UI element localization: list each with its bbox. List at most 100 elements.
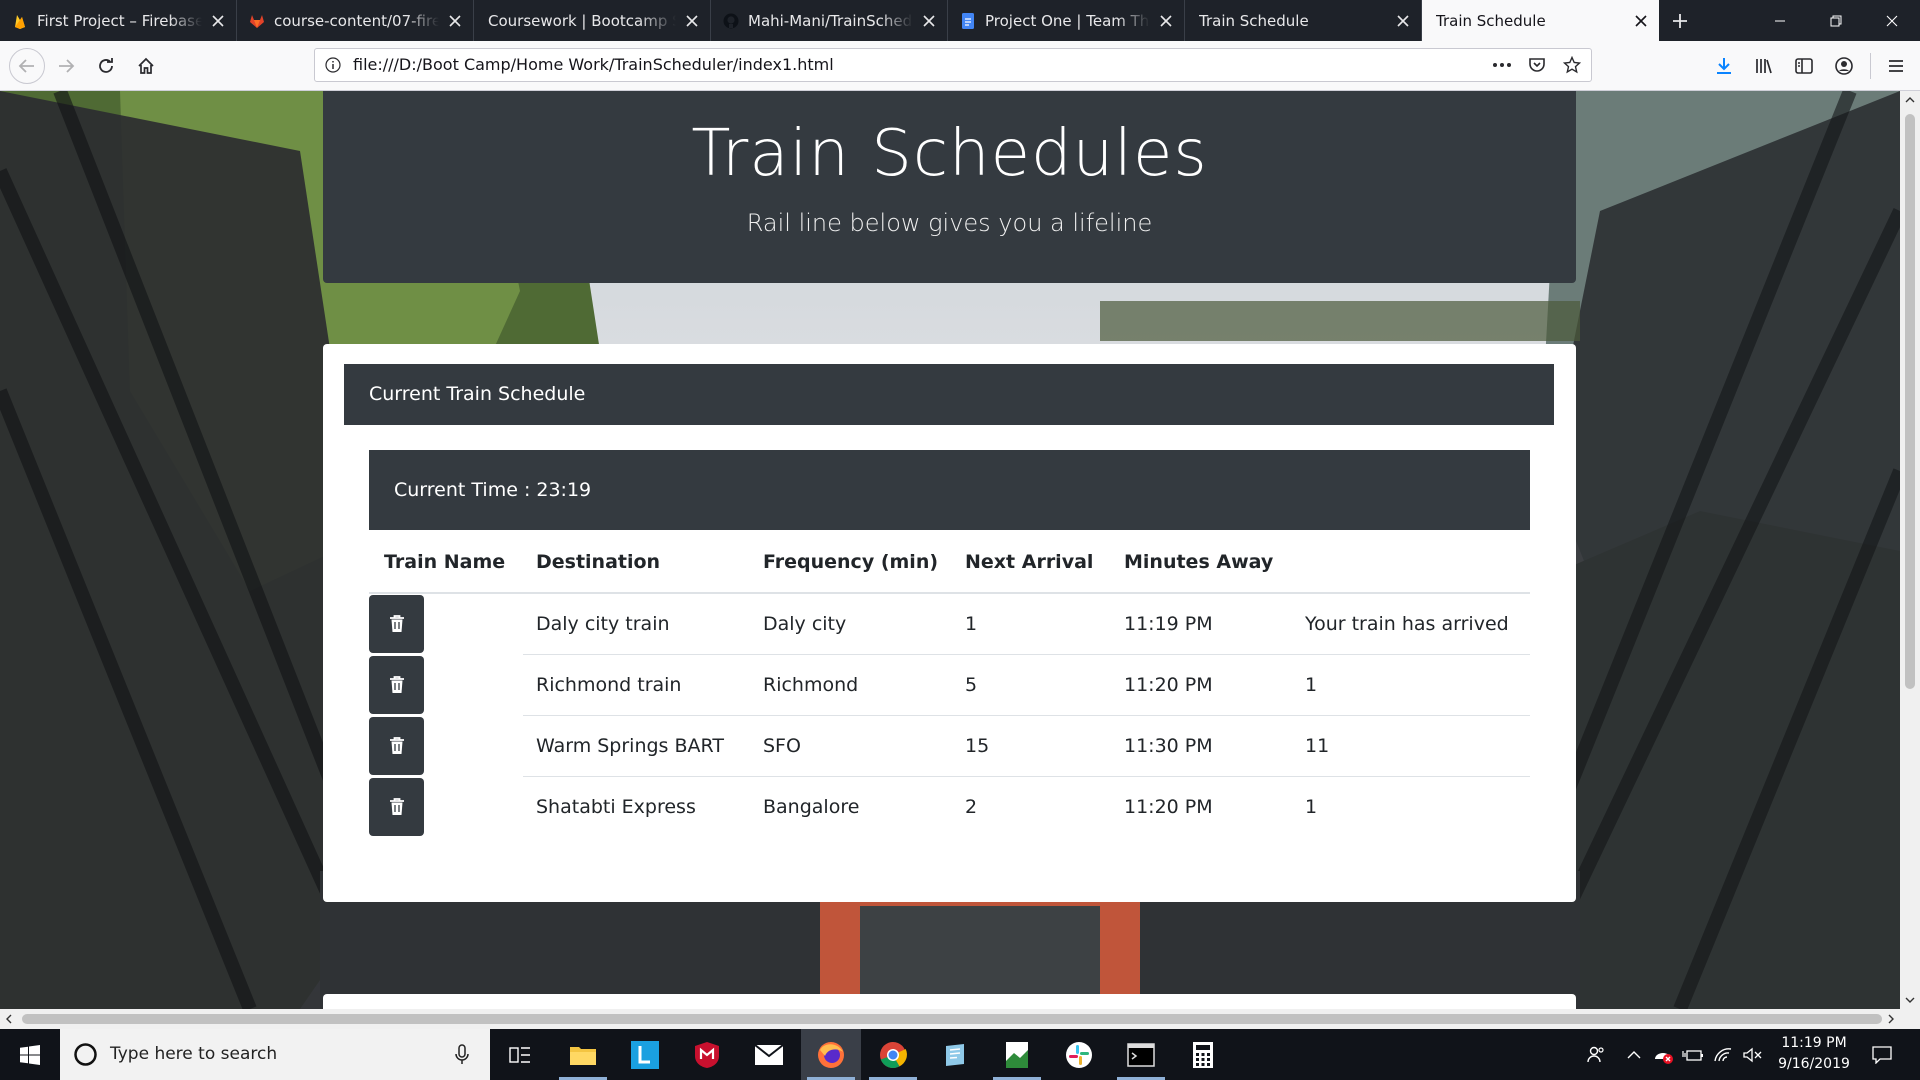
gitlab-icon [250,14,264,28]
close-icon[interactable] [684,13,700,29]
tab-project-one[interactable]: Project One | Team Thre [948,0,1185,41]
reload-button[interactable] [90,50,122,82]
tab-train-schedule[interactable]: Train Schedule [1185,0,1422,41]
show-hidden-icons-button[interactable] [1622,1029,1646,1080]
spreadsheet-icon [1006,1041,1028,1068]
vertical-scrollbar[interactable] [1900,91,1920,1009]
taskbar-clock[interactable]: 11:19 PM 9/16/2019 [1769,1033,1859,1075]
close-icon[interactable] [1633,13,1649,29]
horizontal-scrollbar[interactable] [0,1009,1920,1029]
new-tab-button[interactable] [1659,0,1701,41]
file-explorer-app[interactable] [553,1029,613,1080]
terminal-app[interactable] [1111,1029,1171,1080]
page-subtitle: Rail line below gives you a lifeline [746,209,1153,237]
microphone-icon[interactable] [455,1044,469,1066]
folder-icon [570,1046,596,1065]
spreadsheet-app[interactable] [987,1029,1047,1080]
address-bar[interactable]: file:///D:/Boot Camp/Home Work/TrainSche… [314,48,1592,82]
close-icon[interactable] [1395,13,1411,29]
firefox-app[interactable] [801,1029,861,1080]
shield-alert-icon [1655,1052,1673,1064]
slack-app[interactable] [1049,1029,1109,1080]
table-row: Shatabti Express Bangalore 2 11:20 PM 1 [369,777,1530,838]
library-icon [1756,59,1772,74]
back-button[interactable] [9,48,45,84]
chevron-up-icon [1627,1050,1641,1058]
pocket-button[interactable] [1520,49,1554,81]
notes-app[interactable] [925,1029,985,1080]
tab-github[interactable]: Mahi-Mani/TrainSchedul [711,0,948,41]
tab-strip: First Project – Firebase c course-conten… [0,0,1920,41]
url-text[interactable]: file:///D:/Boot Camp/Home Work/TrainSche… [353,49,834,81]
close-icon[interactable] [921,13,937,29]
frequency-cell: 1 [965,613,978,635]
tab-first-project[interactable]: First Project – Firebase c [0,0,237,41]
start-button[interactable] [0,1029,60,1080]
bookmark-button[interactable] [1555,49,1589,81]
plus-icon [1673,13,1687,28]
home-button[interactable] [130,50,162,82]
delete-button[interactable] [369,656,424,714]
volume-tray-icon[interactable] [1740,1029,1766,1080]
tab-course-content[interactable]: course-content/07-fireb [237,0,474,41]
frequency-cell: 2 [965,796,978,818]
chevron-down-icon[interactable] [1905,996,1915,1004]
taskbar-search[interactable]: Type here to search [60,1029,490,1080]
next-arrival-cell: 11:20 PM [1124,796,1213,818]
mcafee-app[interactable] [677,1029,737,1080]
search-placeholder[interactable]: Type here to search [110,1029,277,1080]
mail-app[interactable] [739,1029,799,1080]
forward-button[interactable] [50,50,82,82]
info-icon[interactable] [325,57,341,73]
security-tray-icon[interactable] [1650,1029,1676,1080]
chrome-app[interactable] [863,1029,923,1080]
delete-button[interactable] [369,778,424,836]
l-app[interactable] [615,1029,675,1080]
account-button[interactable] [1828,50,1860,82]
delete-button[interactable] [369,595,424,653]
chrome-icon [880,1041,907,1068]
calculator-app[interactable] [1173,1029,1233,1080]
minutes-away-cell: 1 [1305,796,1318,818]
close-icon[interactable] [1158,13,1174,29]
table-row: Daly city train Daly city 1 11:19 PM You… [369,594,1530,655]
chevron-up-icon[interactable] [1905,96,1915,104]
tab-train-schedule-active[interactable]: Train Schedule [1422,0,1659,41]
column-header-frequency: Frequency (min) [763,551,939,573]
clock-date: 9/16/2019 [1778,1056,1850,1072]
chevron-right-icon[interactable] [1887,1014,1895,1024]
downloads-button[interactable] [1708,50,1740,82]
minutes-away-cell: Your train has arrived [1305,613,1509,635]
horizontal-scroll-thumb[interactable] [22,1014,1882,1024]
windows-taskbar: Type here to search 11:19 PM 9/16/2019 [0,1029,1920,1080]
library-button[interactable] [1748,50,1780,82]
download-icon [1717,58,1731,74]
close-icon[interactable] [210,13,226,29]
minutes-away-cell: 11 [1305,735,1330,757]
battery-tray-icon[interactable] [1680,1029,1706,1080]
frequency-cell: 15 [965,735,990,757]
task-view-button[interactable] [490,1029,550,1080]
destination-cell: Richmond [763,674,859,696]
vertical-scroll-thumb[interactable] [1905,114,1915,689]
menu-button[interactable] [1880,50,1912,82]
column-header-minutes-away: Minutes Away [1124,551,1274,573]
close-window-button[interactable] [1864,0,1920,41]
l-app-icon [631,1040,659,1069]
delete-button[interactable] [369,717,424,775]
arrow-left-icon [18,59,34,73]
close-icon[interactable] [447,13,463,29]
sidebar-button[interactable] [1788,50,1820,82]
train-name-cell: Daly city train [536,613,670,635]
home-icon [138,57,154,74]
wifi-tray-icon[interactable] [1710,1029,1736,1080]
people-button[interactable] [1580,1029,1612,1080]
wifi-icon [1714,1047,1732,1061]
minimize-button[interactable] [1752,0,1808,41]
restore-button[interactable] [1808,0,1864,41]
chevron-left-icon[interactable] [5,1014,13,1024]
jumbotron: Train Schedules Rail line below gives yo… [323,91,1576,283]
tab-coursework[interactable]: Coursework | Bootcamp Spo [474,0,711,41]
page-actions-button[interactable] [1485,49,1519,81]
action-center-button[interactable] [1862,1029,1902,1080]
